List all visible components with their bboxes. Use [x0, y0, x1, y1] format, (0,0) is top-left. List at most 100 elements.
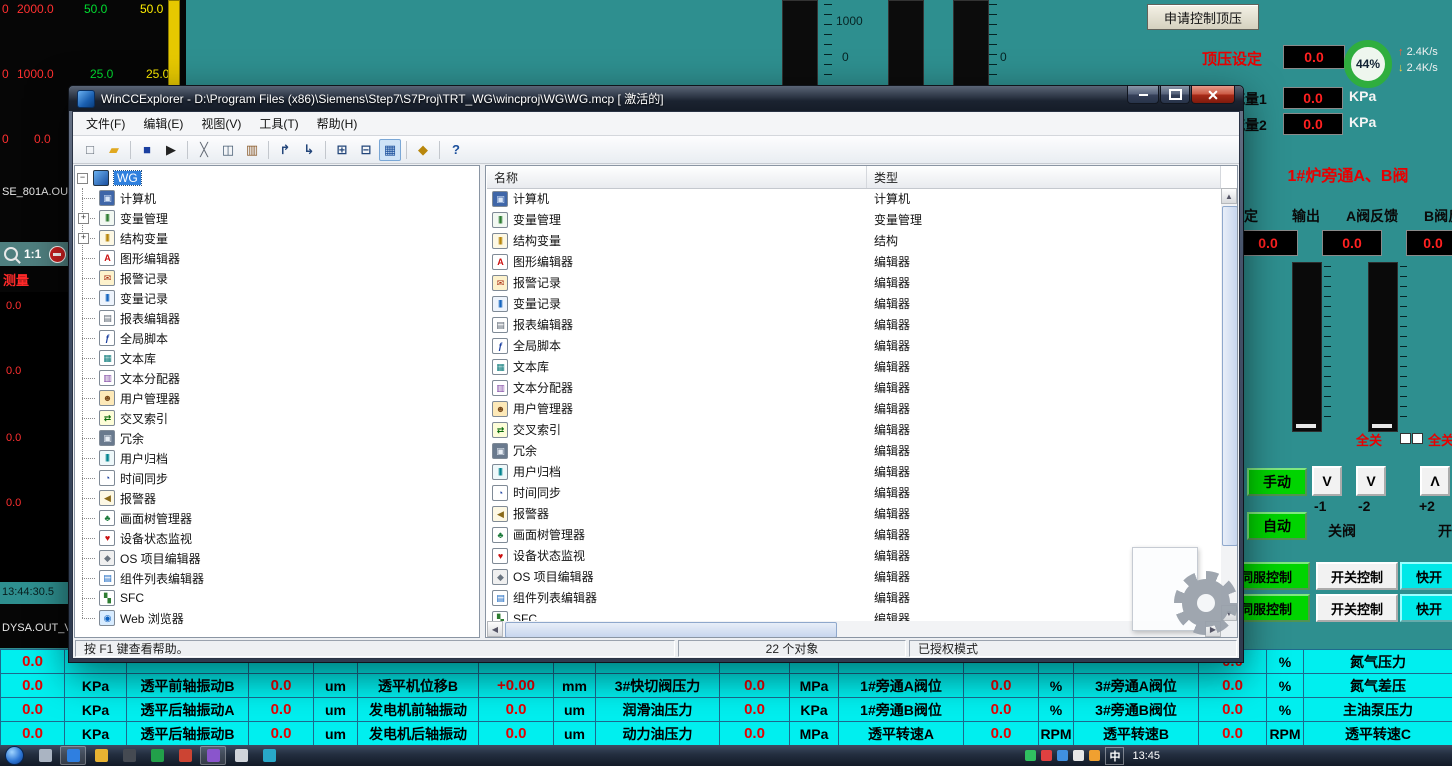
scroll-up-icon[interactable]: ▲	[1221, 188, 1237, 204]
tree-item-structure-tags[interactable]: +|||结构变量	[75, 228, 479, 248]
tray-icon-3[interactable]	[1073, 750, 1084, 761]
step-down-2-button[interactable]: V	[1356, 466, 1386, 496]
list-row-text-library[interactable]: ▦文本库编辑器	[487, 356, 1221, 377]
tray-icon-4[interactable]	[1089, 750, 1100, 761]
tree-item-web-navigator[interactable]: ◉Web 浏览器	[75, 608, 479, 628]
tree-item-sfc[interactable]: ▚SFC	[75, 588, 479, 608]
list-row-horn[interactable]: ◀报警器编辑器	[487, 503, 1221, 524]
tree-item-text-distributor[interactable]: ▥文本分配器	[75, 368, 479, 388]
tree-item-tag-logging[interactable]: |||变量记录	[75, 288, 479, 308]
copy-icon[interactable]: ◫	[217, 139, 239, 161]
taskbar-app-2[interactable]	[88, 746, 114, 765]
menu-file[interactable]: 文件(F)	[77, 112, 134, 135]
tree-item-graphics-designer[interactable]: A图形编辑器	[75, 248, 479, 268]
taskbar-app-3[interactable]	[116, 746, 142, 765]
tree-expander-icon[interactable]: +	[78, 213, 89, 224]
stop-icon[interactable]	[49, 246, 66, 263]
list-row-time-synchronization[interactable]: ◔时间同步编辑器	[487, 482, 1221, 503]
down-level-icon[interactable]: ↳	[298, 139, 320, 161]
list-row-redundancy[interactable]: ▣冗余编辑器	[487, 440, 1221, 461]
list-row-text-distributor[interactable]: ▥文本分配器编辑器	[487, 377, 1221, 398]
step-up-button[interactable]: Λ	[1420, 466, 1450, 496]
fast-open-button-2[interactable]: 快开	[1400, 594, 1452, 622]
ime-indicator[interactable]: 中	[1105, 747, 1124, 765]
switch-control-button-2[interactable]: 开关控制	[1316, 594, 1398, 622]
tree-item-alarm-logging[interactable]: ✉报警记录	[75, 268, 479, 288]
taskbar-clock[interactable]: 13:45	[1132, 750, 1160, 762]
tree-item-computer[interactable]: ▣计算机	[75, 188, 479, 208]
scrollbar-thumb[interactable]	[1222, 206, 1238, 546]
tree-item-tag-management[interactable]: +|||变量管理	[75, 208, 479, 228]
auto-mode-button[interactable]: 自动	[1247, 512, 1307, 540]
tree-item-os-project-editor[interactable]: ◆OS 项目编辑器	[75, 548, 479, 568]
paste-icon[interactable]: ▥	[241, 139, 263, 161]
stop-icon[interactable]: ■	[136, 139, 158, 161]
list-row-graphics-designer[interactable]: A图形编辑器编辑器	[487, 251, 1221, 272]
list-row-computer[interactable]: ▣计算机计算机	[487, 188, 1221, 209]
gadget-overlay[interactable]	[1126, 545, 1240, 637]
minimize-button[interactable]	[1127, 86, 1159, 104]
tree-item-lifebeat-monitoring[interactable]: ♥设备状态监视	[75, 528, 479, 548]
menu-edit[interactable]: 编辑(E)	[134, 112, 192, 135]
list-column-name[interactable]: 名称	[487, 166, 867, 188]
taskbar-app-6[interactable]	[200, 746, 226, 765]
taskbar-app-4[interactable]	[144, 746, 170, 765]
list-row-lifebeat-monitoring[interactable]: ♥设备状态监视编辑器	[487, 545, 1221, 566]
list-row-structure-tags[interactable]: |||结构变量结构	[487, 230, 1221, 251]
tray-icon-1[interactable]	[1041, 750, 1052, 761]
menu-view[interactable]: 视图(V)	[192, 112, 250, 135]
list-row-picture-tree-manager[interactable]: ♣画面树管理器编辑器	[487, 524, 1221, 545]
tree-item-global-script[interactable]: ƒ全局脚本	[75, 328, 479, 348]
panel-splitter[interactable]	[481, 164, 484, 639]
start-button[interactable]	[5, 746, 24, 765]
tree-item-component-list-editor[interactable]: ▤组件列表编辑器	[75, 568, 479, 588]
menu-tools[interactable]: 工具(T)	[250, 112, 307, 135]
tree-item-report-designer[interactable]: ▤报表编辑器	[75, 308, 479, 328]
list-row-user-administrator[interactable]: ☻用户管理器编辑器	[487, 398, 1221, 419]
open-folder-icon[interactable]: ▰	[103, 139, 125, 161]
scroll-left-icon[interactable]: ◀	[487, 621, 503, 637]
taskbar-app-1[interactable]	[60, 746, 86, 765]
list-row-tag-logging[interactable]: |||变量记录编辑器	[487, 293, 1221, 314]
list-row-os-project-editor[interactable]: ◆OS 项目编辑器编辑器	[487, 566, 1221, 587]
activate-icon[interactable]: ▶	[160, 139, 182, 161]
window-titlebar[interactable]: WinCCExplorer - D:\Program Files (x86)\S…	[69, 86, 1243, 111]
tree-expander-icon[interactable]: +	[78, 233, 89, 244]
help-icon[interactable]: ?	[445, 139, 467, 161]
new-file-icon[interactable]: □	[79, 139, 101, 161]
list-row-report-designer[interactable]: ▤报表编辑器编辑器	[487, 314, 1221, 335]
maximize-button[interactable]	[1160, 86, 1190, 104]
tree-item-horn[interactable]: ◀报警器	[75, 488, 479, 508]
collapse-tree-icon[interactable]: ⊟	[355, 139, 377, 161]
tree-item-time-synchronization[interactable]: ◔时间同步	[75, 468, 479, 488]
cut-icon[interactable]: ╳	[193, 139, 215, 161]
list-column-type[interactable]: 类型	[867, 166, 1221, 188]
tree-item-cross-reference[interactable]: ⇄交叉索引	[75, 408, 479, 428]
menu-help[interactable]: 帮助(H)	[308, 112, 367, 135]
tree-item-user-archive[interactable]: |||用户归档	[75, 448, 479, 468]
fast-open-button-1[interactable]: 快开	[1400, 562, 1452, 590]
tree-root-wg[interactable]: − WG	[75, 168, 479, 188]
tree-expander-icon[interactable]: −	[77, 173, 88, 184]
taskbar-app-0[interactable]	[32, 746, 58, 765]
taskbar-app-5[interactable]	[172, 746, 198, 765]
list-row-sfc[interactable]: ▚SFC编辑器	[487, 608, 1221, 621]
step-down-1-button[interactable]: V	[1312, 466, 1342, 496]
scrollbar-thumb[interactable]	[505, 622, 837, 638]
magnifier-icon[interactable]	[4, 247, 18, 261]
tree-item-user-administrator[interactable]: ☻用户管理器	[75, 388, 479, 408]
up-level-icon[interactable]: ↱	[274, 139, 296, 161]
switch-control-button-1[interactable]: 开关控制	[1316, 562, 1398, 590]
tray-icon-0[interactable]	[1025, 750, 1036, 761]
list-row-cross-reference[interactable]: ⇄交叉索引编辑器	[487, 419, 1221, 440]
list-row-alarm-logging[interactable]: ✉报警记录编辑器	[487, 272, 1221, 293]
key-icon[interactable]: ◆	[412, 139, 434, 161]
expand-tree-icon[interactable]: ⊞	[331, 139, 353, 161]
tree-item-redundancy[interactable]: ▣冗余	[75, 428, 479, 448]
close-button[interactable]	[1191, 86, 1235, 104]
list-row-tag-management[interactable]: |||变量管理变量管理	[487, 209, 1221, 230]
taskbar-app-8[interactable]	[256, 746, 282, 765]
tree-item-picture-tree-manager[interactable]: ♣画面树管理器	[75, 508, 479, 528]
horizontal-scrollbar[interactable]: ◀ ▶	[487, 621, 1221, 637]
manual-mode-button[interactable]: 手动	[1247, 468, 1307, 496]
